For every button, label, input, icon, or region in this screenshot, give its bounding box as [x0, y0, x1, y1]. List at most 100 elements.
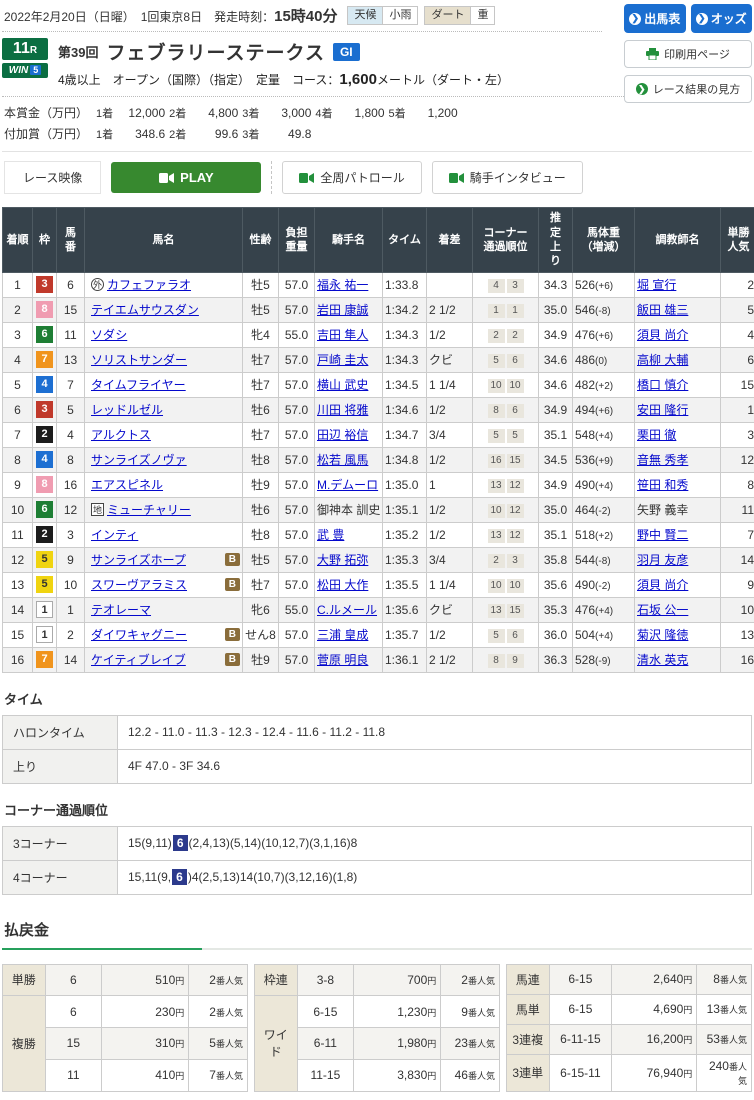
horse-name-cell: テイエムサウスダン [85, 297, 243, 322]
last-3f: 34.9 [539, 472, 573, 497]
trainer-link[interactable]: 須貝 尚介 [637, 328, 688, 342]
margin: 1/2 [427, 397, 473, 422]
jockey-link[interactable]: 大野 拓弥 [317, 553, 368, 567]
finish-position: 15 [3, 622, 33, 647]
corner-row-label: 4コーナー [3, 860, 118, 894]
win-favorite-rank: 2 [721, 272, 754, 297]
horse-weight: 536(+9) [573, 447, 635, 472]
jockey-link[interactable]: 菅原 明良 [317, 653, 368, 667]
play-button[interactable]: PLAY [111, 162, 261, 193]
carried-weight: 57.0 [279, 297, 315, 322]
horse-name-cell: タイムフライヤー [85, 372, 243, 397]
trainer-cell: 笹田 和秀 [635, 472, 721, 497]
horse-name-link[interactable]: タイムフライヤー [91, 376, 186, 393]
horse-name-link[interactable]: アルクトス [91, 426, 151, 443]
trainer-link[interactable]: 羽月 友彦 [637, 553, 688, 567]
trainer-link[interactable]: 音無 秀孝 [637, 453, 688, 467]
race-number-badge: 11R [2, 38, 48, 60]
time-row: 上り4F 47.0 - 3F 34.6 [3, 749, 752, 783]
horse-name-link[interactable]: サンライズホープ [91, 551, 186, 568]
trainer-link[interactable]: 安田 隆行 [637, 403, 688, 417]
horse-name-link[interactable]: エアスピネル [91, 476, 163, 493]
column-header: タイム [383, 208, 427, 272]
trainer-link[interactable]: 堀 宣行 [637, 278, 676, 292]
frame-number: 1 [33, 622, 57, 647]
horse-weight: 464(-2) [573, 497, 635, 522]
finish-position: 9 [3, 472, 33, 497]
horse-name-link[interactable]: スワーヴアラミス [91, 576, 187, 593]
jockey-link[interactable]: 三浦 皇成 [317, 628, 368, 642]
horse-name-link[interactable]: ミューチャリー [107, 501, 191, 518]
result-row: 1512ダイワキャグニーBせん857.0三浦 皇成1:35.71/25636.0… [3, 622, 754, 647]
video-camera-icon [299, 173, 314, 183]
horse-weight: 548(+4) [573, 422, 635, 447]
horse-name-link[interactable]: ソリストサンダー [91, 351, 187, 368]
trainer-link[interactable]: 清水 英克 [637, 653, 688, 667]
trainer-link[interactable]: 須貝 尚介 [637, 578, 688, 592]
trainer-cell: 安田 隆行 [635, 397, 721, 422]
horse-name-link[interactable]: レッドルゼル [91, 401, 163, 418]
jockey-link[interactable]: 田辺 裕信 [317, 428, 368, 442]
win-favorite-rank: 10 [721, 597, 754, 622]
frame-number: 4 [33, 372, 57, 397]
frame-number: 8 [33, 297, 57, 322]
foreign-horse-mark: 外 [91, 278, 104, 291]
blinker-mark: B [225, 578, 240, 591]
win-favorite-rank: 16 [721, 647, 754, 672]
horse-number: 14 [57, 647, 85, 672]
jockey-link[interactable]: 岩田 康誠 [317, 303, 368, 317]
frame-number: 4 [33, 447, 57, 472]
trainer-link[interactable]: 飯田 雄三 [637, 303, 688, 317]
odds-button[interactable]: ❯オッズ [691, 4, 753, 33]
payout-row: 枠連3-8700円2番人気 [255, 964, 500, 996]
jockey-interview-button[interactable]: 騎手インタビュー [432, 161, 583, 194]
horse-name-link[interactable]: インティ [91, 526, 138, 543]
payout-amount: 76,940円 [612, 1054, 697, 1091]
trainer-link[interactable]: 菊沢 隆徳 [637, 628, 688, 642]
corner-positions: 1312 [473, 472, 539, 497]
trainer-link[interactable]: 野中 賢二 [637, 528, 688, 542]
trainer-link[interactable]: 橋口 慎介 [637, 378, 688, 392]
jockey-link[interactable]: M.デムーロ [317, 478, 378, 492]
corner-positions: 86 [473, 397, 539, 422]
horse-name-link[interactable]: サンライズノヴァ [91, 451, 187, 468]
jockey-link[interactable]: 福永 祐一 [317, 278, 368, 292]
time-row-label: 上り [3, 749, 118, 783]
patrol-video-button[interactable]: 全周パトロール [282, 161, 421, 194]
last-3f: 36.0 [539, 622, 573, 647]
jockey-link[interactable]: 松田 大作 [317, 578, 368, 592]
horse-name-link[interactable]: テイエムサウスダン [91, 301, 199, 318]
track-label: ダート [425, 7, 470, 24]
prize-item: 3着49.8 [242, 124, 311, 145]
finish-time: 1:34.5 [383, 372, 427, 397]
jockey-link[interactable]: C.ルメール [317, 603, 377, 617]
jockey-link[interactable]: 横山 武史 [317, 378, 368, 392]
print-button[interactable]: 印刷用ページ [624, 40, 752, 68]
payout-amount: 1,230円 [354, 996, 441, 1028]
corner-positions: 1010 [473, 572, 539, 597]
prize-item: 5着1,200 [389, 103, 458, 124]
column-header: 着差 [427, 208, 473, 272]
trainer-link[interactable]: 笹田 和秀 [637, 478, 688, 492]
win-favorite-rank: 5 [721, 297, 754, 322]
results-guide-button[interactable]: ❯レース結果の見方 [624, 75, 752, 103]
horse-name-link[interactable]: ソダシ [91, 326, 127, 343]
jockey-link[interactable]: 戸崎 圭太 [317, 353, 368, 367]
horse-name-link[interactable]: ダイワキャグニー [91, 626, 187, 643]
trainer-name: 矢野 義幸 [637, 503, 688, 517]
jockey-link[interactable]: 吉田 隼人 [317, 328, 368, 342]
horse-name-link[interactable]: テオレーマ [91, 601, 151, 618]
trainer-link[interactable]: 石坂 公一 [637, 603, 688, 617]
start-time: 15時40分 [274, 8, 337, 25]
horse-name-link[interactable]: カフェファラオ [107, 276, 191, 293]
horse-name-link[interactable]: ケイティブレイブ [91, 651, 186, 668]
trainer-link[interactable]: 高柳 大輔 [637, 353, 688, 367]
jockey-link[interactable]: 松若 風馬 [317, 453, 368, 467]
payout-combination: 6-15 [549, 994, 612, 1024]
race-card-button[interactable]: ❯出馬表 [624, 4, 686, 33]
win-favorite-rank: 15 [721, 372, 754, 397]
win-favorite-rank: 6 [721, 347, 754, 372]
jockey-link[interactable]: 川田 将雅 [317, 403, 368, 417]
trainer-link[interactable]: 栗田 徹 [637, 428, 676, 442]
jockey-link[interactable]: 武 豊 [317, 528, 344, 542]
